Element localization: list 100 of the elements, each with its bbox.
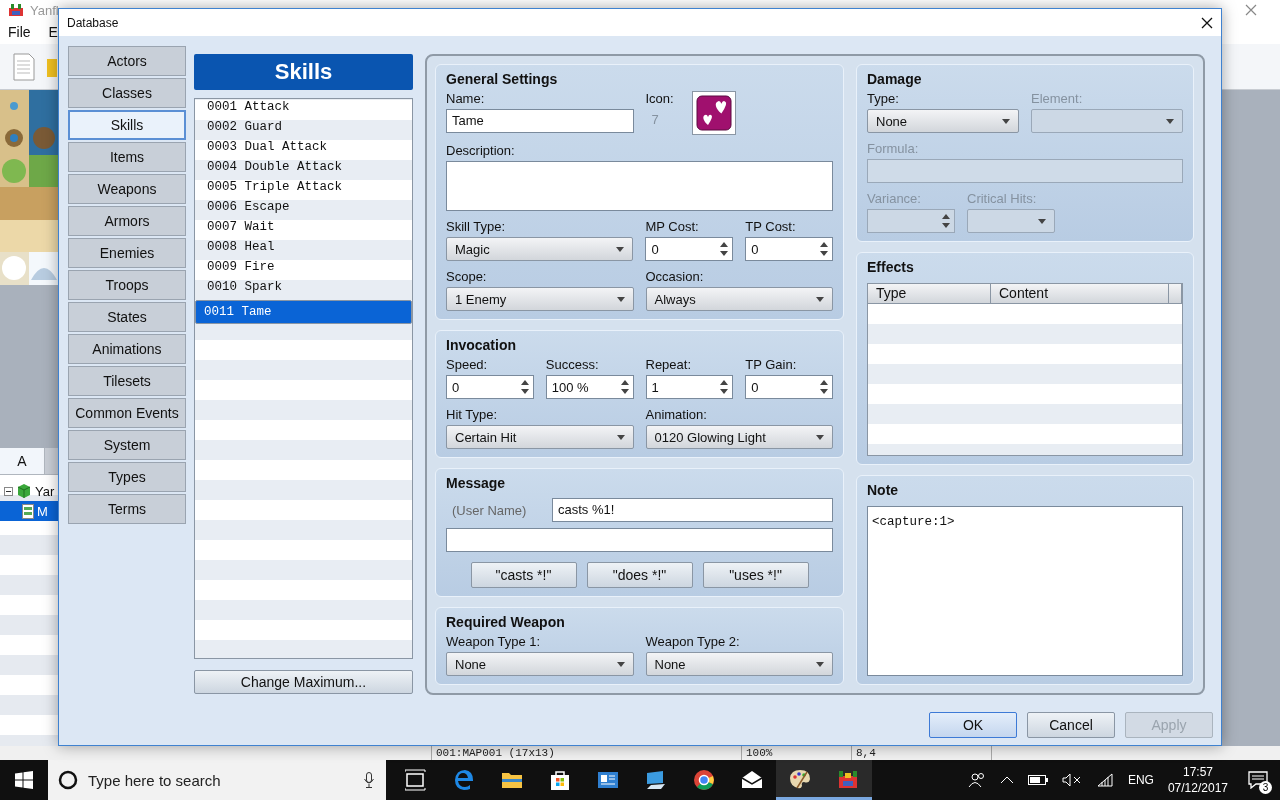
menu-item[interactable]: File bbox=[8, 24, 31, 40]
clock[interactable]: 17:57 07/12/2017 bbox=[1167, 764, 1228, 796]
dialog-button[interactable]: Cancel bbox=[1027, 712, 1115, 738]
category-button[interactable]: Skills bbox=[68, 110, 186, 140]
field-label: Critical Hits: bbox=[967, 191, 1038, 207]
field-label: Speed: bbox=[446, 357, 489, 373]
caret-icon bbox=[1166, 118, 1174, 124]
number-field[interactable]: 0 bbox=[645, 237, 734, 261]
field-label: Weapon Type 2: bbox=[645, 634, 741, 650]
list-item[interactable]: 0003 Dual Attack bbox=[195, 140, 412, 160]
dropdown[interactable]: 1 Enemy bbox=[446, 287, 634, 311]
task-view-icon bbox=[405, 769, 427, 791]
note-field[interactable]: <capture:1> bbox=[867, 506, 1183, 676]
tree-item[interactable]: M bbox=[0, 501, 58, 521]
language-indicator[interactable]: ENG bbox=[1127, 773, 1154, 787]
dropdown[interactable]: None bbox=[867, 109, 1019, 133]
dropdown[interactable]: Magic bbox=[446, 237, 634, 261]
list-item[interactable]: 0007 Wait bbox=[195, 220, 412, 240]
tree-item[interactable]: Yar bbox=[0, 481, 58, 501]
dropdown[interactable]: Certain Hit bbox=[446, 425, 634, 449]
spin-arrows-icon bbox=[820, 379, 828, 395]
category-button[interactable]: Armors bbox=[68, 206, 186, 236]
category-button[interactable]: Common Events bbox=[68, 398, 186, 428]
template-button[interactable]: "casts *!" bbox=[470, 562, 577, 588]
taskbar-button[interactable] bbox=[776, 760, 824, 800]
wifi-icon[interactable] bbox=[1095, 773, 1114, 787]
battery-icon[interactable] bbox=[1027, 775, 1048, 785]
number-field[interactable]: 100 % bbox=[545, 375, 634, 399]
category-button[interactable]: System bbox=[68, 430, 186, 460]
field-label: Weapon Type 1: bbox=[446, 634, 542, 650]
dropdown[interactable]: Always bbox=[645, 287, 833, 311]
category-button[interactable]: Terms bbox=[68, 494, 186, 524]
message-field[interactable] bbox=[446, 528, 833, 552]
category-button[interactable]: Types bbox=[68, 462, 186, 492]
field-label: TP Gain: bbox=[745, 357, 798, 373]
number-field[interactable]: 0 bbox=[446, 375, 534, 399]
message-field[interactable]: casts %1! bbox=[552, 498, 833, 522]
number-field[interactable]: 0 bbox=[745, 237, 833, 261]
group-title: Message bbox=[446, 474, 507, 493]
category-button[interactable]: Classes bbox=[68, 78, 186, 108]
spin-arrows-icon bbox=[942, 213, 950, 229]
list-item[interactable]: 0004 Double Attack bbox=[195, 160, 412, 180]
browser-icon bbox=[453, 769, 475, 791]
category-button[interactable]: Troops bbox=[68, 270, 186, 300]
column-header[interactable]: Type bbox=[868, 284, 991, 304]
field-label: Element: bbox=[1031, 91, 1084, 107]
list-item[interactable]: 0005 Triple Attack bbox=[195, 180, 412, 200]
taskbar-button[interactable] bbox=[824, 760, 872, 800]
icon-picker-button[interactable] bbox=[691, 91, 736, 135]
field-label: Description: bbox=[446, 143, 516, 159]
dropdown[interactable]: None bbox=[446, 652, 634, 676]
close-icon[interactable] bbox=[1201, 16, 1213, 29]
field-label: Icon: bbox=[645, 91, 674, 107]
menu-item[interactable]: E bbox=[48, 24, 58, 40]
category-button[interactable]: Actors bbox=[68, 46, 186, 76]
spin-arrows-icon bbox=[820, 241, 828, 257]
windows-logo-icon[interactable] bbox=[15, 771, 33, 789]
template-button[interactable]: "uses *!" bbox=[702, 562, 809, 588]
dropdown[interactable]: None bbox=[645, 652, 833, 676]
tab[interactable]: A bbox=[0, 448, 45, 474]
column-header[interactable]: Content bbox=[991, 284, 1169, 304]
chevron-up-icon[interactable] bbox=[999, 776, 1014, 784]
caret-icon bbox=[616, 434, 625, 440]
hearts-icon bbox=[695, 95, 732, 131]
dialog-button[interactable]: OK bbox=[929, 712, 1017, 738]
collapse-icon[interactable] bbox=[4, 486, 13, 496]
list-item[interactable]: 0001 Attack bbox=[195, 100, 412, 120]
category-button[interactable]: Animations bbox=[68, 334, 186, 364]
muted-speaker-icon[interactable] bbox=[1061, 773, 1082, 787]
list-item[interactable]: 0009 Fire bbox=[195, 260, 412, 280]
category-button[interactable]: Weapons bbox=[68, 174, 186, 204]
number-field[interactable]: 0 bbox=[745, 375, 833, 399]
caret-icon bbox=[1038, 218, 1046, 224]
template-button[interactable]: "does *!" bbox=[586, 562, 693, 588]
text-field[interactable]: Tame bbox=[446, 109, 634, 133]
spin-arrows-icon bbox=[720, 241, 729, 257]
microphone-icon[interactable] bbox=[364, 772, 374, 788]
search-field[interactable]: Type here to search bbox=[48, 760, 386, 800]
list-item[interactable]: 0006 Escape bbox=[195, 200, 412, 220]
category-button[interactable]: Tilesets bbox=[68, 366, 186, 396]
notifications-button[interactable]: 3 bbox=[1242, 760, 1274, 800]
list-item[interactable]: 0011 Tame bbox=[195, 300, 412, 324]
field-label: Skill Type: bbox=[446, 219, 506, 235]
list-item[interactable]: 0002 Guard bbox=[195, 120, 412, 140]
field-label: Scope: bbox=[446, 269, 488, 285]
column-header[interactable] bbox=[1169, 284, 1182, 304]
people-icon[interactable] bbox=[967, 772, 986, 788]
number-field[interactable]: 1 bbox=[645, 375, 734, 399]
group-title: Damage bbox=[867, 70, 923, 89]
list-item[interactable]: 0008 Heal bbox=[195, 240, 412, 260]
caret-icon bbox=[1002, 118, 1010, 124]
list-item[interactable]: 0010 Spark bbox=[195, 280, 412, 300]
category-button[interactable]: Items bbox=[68, 142, 186, 172]
category-button[interactable]: Enemies bbox=[68, 238, 186, 268]
field-label: Name: bbox=[446, 91, 486, 107]
spin-arrows-icon bbox=[720, 379, 729, 395]
change-maximum-button[interactable]: Change Maximum... bbox=[194, 670, 413, 694]
category-button[interactable]: States bbox=[68, 302, 186, 332]
dropdown[interactable]: 0120 Glowing Light bbox=[645, 425, 833, 449]
group-title: Invocation bbox=[446, 336, 517, 355]
